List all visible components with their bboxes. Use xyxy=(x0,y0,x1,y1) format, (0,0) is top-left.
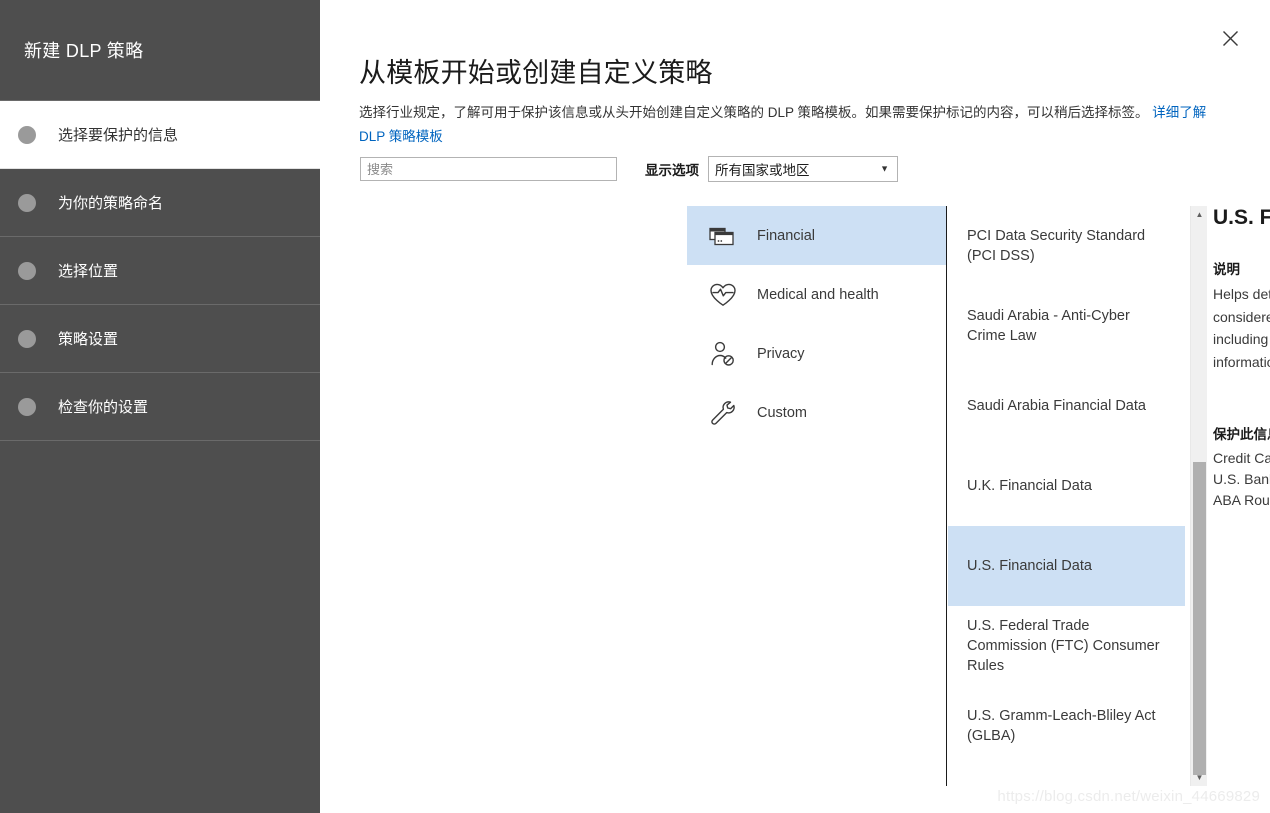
wrench-icon xyxy=(708,398,738,428)
category-item-privacy[interactable]: Privacy xyxy=(687,324,946,383)
category-label: Custom xyxy=(757,404,807,421)
category-label: Privacy xyxy=(757,345,805,362)
step-dot-icon xyxy=(18,261,36,280)
category-item-medical-and-health[interactable]: Medical and health xyxy=(687,265,946,324)
category-list: Financial Medical and health Privacy Cus… xyxy=(687,206,947,786)
template-picker: Financial Medical and health Privacy Cus… xyxy=(687,206,1207,786)
template-item[interactable]: Saudi Arabia Financial Data xyxy=(948,366,1185,446)
template-detail-panel: U.S. Financial Data 说明 Helps detect the … xyxy=(1213,206,1270,511)
template-item-selected[interactable]: U.S. Financial Data xyxy=(948,526,1185,606)
category-item-financial[interactable]: Financial xyxy=(687,206,946,265)
sidebar-step-review-settings[interactable]: 检查你的设置 xyxy=(0,373,320,441)
heart-pulse-glyph xyxy=(710,283,736,306)
credit-card-icon xyxy=(708,221,738,251)
person-blocked-glyph xyxy=(711,341,734,366)
country-region-selected-value: 所有国家或地区 xyxy=(715,163,810,178)
close-icon[interactable] xyxy=(1210,18,1250,58)
page-description: 选择行业规定，了解可用于保护该信息或从头开始创建自定义策略的 DLP 策略模板。… xyxy=(359,101,1232,149)
heart-pulse-icon xyxy=(708,280,738,310)
dlp-policy-wizard: 新建 DLP 策略 选择要保护的信息 为你的策略命名 选择位置 策略设置 检查你… xyxy=(0,0,1270,813)
detail-title: U.S. Financial Data xyxy=(1213,206,1270,229)
protected-info-item: ABA Routing Number xyxy=(1213,492,1270,508)
sidebar-step-name-policy[interactable]: 为你的策略命名 xyxy=(0,169,320,237)
wizard-sidebar: 新建 DLP 策略 选择要保护的信息 为你的策略命名 选择位置 策略设置 检查你… xyxy=(0,0,320,813)
template-list-scrollbar[interactable]: ▲ ▼ xyxy=(1190,206,1207,786)
step-dot-icon xyxy=(18,125,36,144)
protected-info-item: U.S. Bank Account Number xyxy=(1213,471,1270,487)
wrench-glyph xyxy=(711,400,735,425)
scroll-down-arrow-icon[interactable]: ▼ xyxy=(1191,769,1207,786)
step-dot-icon xyxy=(18,193,36,212)
protected-info-item: Credit Card Number xyxy=(1213,450,1270,466)
filter-row: 显示选项 所有国家或地区 ▼ xyxy=(360,156,898,182)
chevron-down-icon: ▼ xyxy=(880,163,889,174)
person-blocked-icon xyxy=(708,339,738,369)
template-item[interactable]: U.S. Gramm-Leach-Bliley Act (GLBA) xyxy=(948,686,1185,766)
category-label: Financial xyxy=(757,227,816,244)
sidebar-step-choose-locations[interactable]: 选择位置 xyxy=(0,237,320,305)
wizard-step-list: 选择要保护的信息 为你的策略命名 选择位置 策略设置 检查你的设置 xyxy=(0,100,320,441)
step-dot-icon xyxy=(18,329,36,348)
template-list: PCI Data Security Standard (PCI DSS) Sau… xyxy=(948,206,1207,786)
sidebar-step-select-info[interactable]: 选择要保护的信息 xyxy=(0,101,320,169)
category-item-custom[interactable]: Custom xyxy=(687,383,946,442)
search-input[interactable] xyxy=(360,157,617,181)
step-dot-icon xyxy=(18,397,36,416)
page-title: 从模板开始或创建自定义策略 xyxy=(359,58,713,89)
template-item[interactable]: Saudi Arabia - Anti-Cyber Crime Law xyxy=(948,286,1185,366)
sidebar-step-label: 为你的策略命名 xyxy=(58,195,164,212)
country-region-select[interactable]: 所有国家或地区 ▼ xyxy=(708,156,898,182)
sidebar-title: 新建 DLP 策略 xyxy=(24,41,144,61)
sidebar-header: 新建 DLP 策略 xyxy=(0,0,320,100)
template-list-inner: PCI Data Security Standard (PCI DSS) Sau… xyxy=(948,206,1185,766)
watermark: https://blog.csdn.net/weixin_44669829 xyxy=(997,788,1260,805)
sidebar-step-label: 选择位置 xyxy=(58,263,119,280)
template-item[interactable]: U.S. Federal Trade Commission (FTC) Cons… xyxy=(948,606,1185,686)
category-label: Medical and health xyxy=(757,286,879,303)
sidebar-step-label: 选择要保护的信息 xyxy=(58,127,179,144)
close-glyph xyxy=(1222,30,1238,46)
template-item[interactable]: U.K. Financial Data xyxy=(948,446,1185,526)
detail-description-heading: 说明 xyxy=(1213,262,1240,277)
page-description-text: 选择行业规定，了解可用于保护该信息或从头开始创建自定义策略的 DLP 策略模板。… xyxy=(359,105,1149,120)
detail-protects-list: Credit Card Number U.S. Bank Account Num… xyxy=(1213,448,1270,511)
sidebar-step-label: 策略设置 xyxy=(58,331,119,348)
main-content-pane: 从模板开始或创建自定义策略 选择行业规定，了解可用于保护该信息或从头开始创建自定… xyxy=(320,0,1270,813)
scroll-up-arrow-icon[interactable]: ▲ xyxy=(1191,206,1207,223)
display-options-label: 显示选项 xyxy=(645,163,699,178)
scrollbar-thumb[interactable] xyxy=(1193,462,1206,775)
template-item[interactable]: PCI Data Security Standard (PCI DSS) xyxy=(948,206,1185,286)
sidebar-step-label: 检查你的设置 xyxy=(58,399,149,416)
credit-card-glyph xyxy=(709,227,734,245)
detail-description-text: Helps detect the presence of information… xyxy=(1213,286,1270,370)
detail-protects-heading: 保护此信息: xyxy=(1213,427,1270,442)
sidebar-step-policy-settings[interactable]: 策略设置 xyxy=(0,305,320,373)
